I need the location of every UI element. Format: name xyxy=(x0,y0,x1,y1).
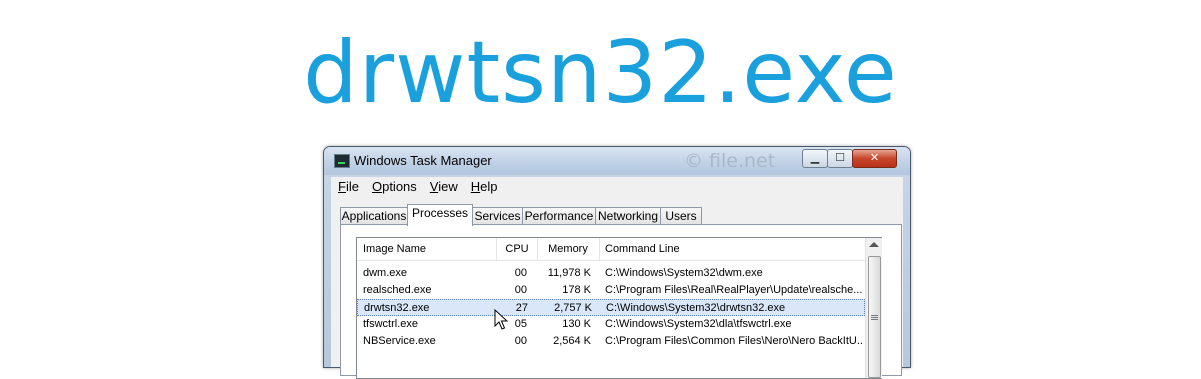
page-headline: drwtsn32.exe xyxy=(303,23,898,123)
close-button[interactable]: ✕ xyxy=(852,149,897,168)
menu-bar: File Options View Help xyxy=(331,177,903,197)
table-row[interactable]: realsched.exe 00 178 K C:\Program Files\… xyxy=(357,282,865,299)
scrollbar-thumb[interactable] xyxy=(868,256,881,378)
tab-networking[interactable]: Networking xyxy=(595,207,661,225)
table-row[interactable]: NBService.exe 00 2,564 K C:\Program File… xyxy=(357,333,865,350)
task-manager-icon xyxy=(334,154,350,168)
cell-command-line: C:\Program Files\Common Files\Nero\Nero … xyxy=(605,335,863,347)
tab-applications[interactable]: Applications xyxy=(340,207,408,225)
cell-command-line: C:\Windows\System32\dwm.exe xyxy=(605,267,763,279)
grip-icon xyxy=(871,315,878,316)
column-header-row: Image Name CPU Memory Command Line xyxy=(357,238,865,261)
window-title: Windows Task Manager xyxy=(354,153,492,168)
column-image-name[interactable]: Image Name xyxy=(357,238,497,260)
cell-memory: 178 K xyxy=(562,284,591,296)
cell-memory: 2,757 K xyxy=(554,302,592,314)
tab-performance[interactable]: Performance xyxy=(522,207,596,225)
table-row-selected[interactable]: drwtsn32.exe 27 2,757 K C:\Windows\Syste… xyxy=(357,299,865,316)
cell-memory: 2,564 K xyxy=(553,335,591,347)
tab-users[interactable]: Users xyxy=(660,207,702,225)
cell-image-name: NBService.exe xyxy=(363,335,436,347)
minimize-button[interactable]: ▁ xyxy=(802,149,828,168)
cell-image-name: tfswctrl.exe xyxy=(363,318,419,330)
cell-command-line: C:\Program Files\Real\RealPlayer\Update\… xyxy=(605,284,863,296)
cell-memory: 130 K xyxy=(562,318,591,330)
client-area: Applications Processes Services Performa… xyxy=(331,197,903,379)
maximize-button[interactable]: ☐ xyxy=(827,149,853,168)
cell-cpu: 00 xyxy=(514,335,527,347)
cell-cpu: 00 xyxy=(514,284,527,296)
column-memory[interactable]: Memory xyxy=(537,238,600,260)
cell-command-line: C:\Windows\System32\drwtsn32.exe xyxy=(606,302,786,314)
tab-services[interactable]: Services xyxy=(472,207,523,225)
menu-help[interactable]: Help xyxy=(464,177,504,194)
column-cpu[interactable]: CPU xyxy=(497,238,538,260)
process-list[interactable]: Image Name CPU Memory Command Line dwm.e… xyxy=(356,237,882,379)
table-row[interactable]: dwm.exe 00 11,978 K C:\Windows\System32\… xyxy=(357,265,865,282)
title-bar[interactable]: Windows Task Manager © file.net ▁ ☐ ✕ xyxy=(324,147,910,175)
column-command-line[interactable]: Command Line xyxy=(599,238,865,260)
menu-view[interactable]: View xyxy=(423,177,464,194)
menu-file[interactable]: File xyxy=(331,177,365,194)
task-manager-window: Windows Task Manager © file.net ▁ ☐ ✕ Fi… xyxy=(323,146,911,379)
tab-processes[interactable]: Processes xyxy=(407,204,473,226)
processes-panel: Image Name CPU Memory Command Line dwm.e… xyxy=(340,224,902,379)
mouse-pointer-icon xyxy=(494,309,508,330)
scroll-up-arrow-icon[interactable] xyxy=(869,242,879,247)
menu-options[interactable]: Options xyxy=(365,177,423,194)
cell-image-name: drwtsn32.exe xyxy=(364,302,430,314)
cell-cpu: 00 xyxy=(514,267,527,279)
vertical-scrollbar[interactable] xyxy=(865,238,882,378)
cell-memory: 11,978 K xyxy=(547,267,591,279)
watermark: © file.net xyxy=(684,150,776,172)
cell-image-name: realsched.exe xyxy=(363,284,432,296)
table-row[interactable]: tfswctrl.exe 05 130 K C:\Windows\System3… xyxy=(357,316,865,333)
cell-image-name: dwm.exe xyxy=(363,267,408,279)
cell-command-line: C:\Windows\System32\dla\tfswctrl.exe xyxy=(605,318,792,330)
